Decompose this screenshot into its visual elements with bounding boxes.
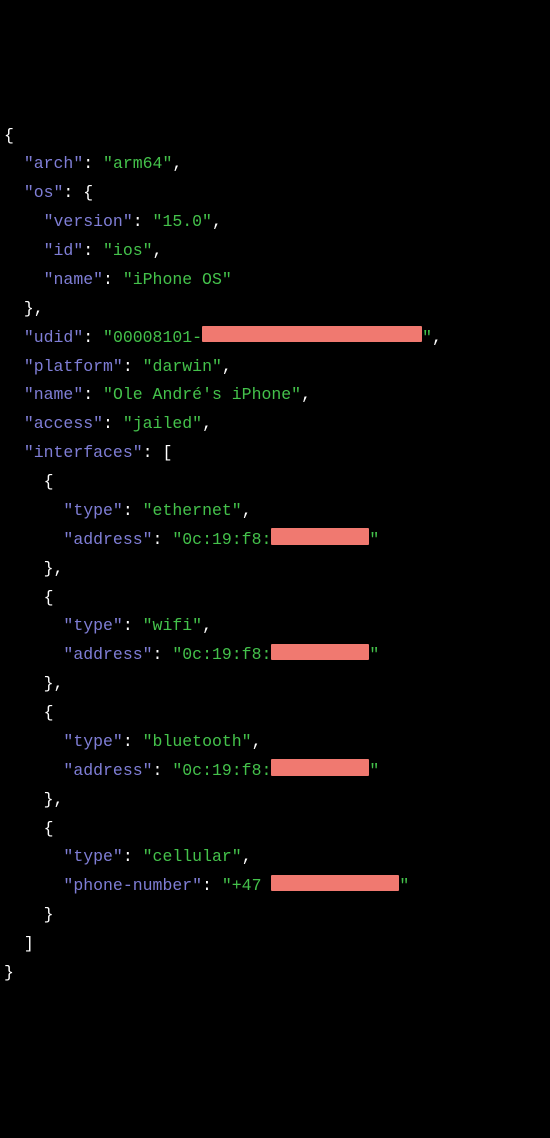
value-phone-prefix: "+47 [222,876,272,895]
value-udid-prefix: "00008101- [103,328,202,347]
redacted-mac [271,759,369,776]
key-interfaces: "interfaces" [24,443,143,462]
value-type-bluetooth: "bluetooth" [143,732,252,751]
key-arch: "arch" [24,154,83,173]
key-name: "name" [24,385,83,404]
key-type: "type" [63,732,122,751]
value-type-cellular: "cellular" [143,847,242,866]
value-os-id: "ios" [103,241,153,260]
value-address-prefix: "0c:19:f8: [172,645,271,664]
key-os: "os" [24,183,64,202]
value-type-ethernet: "ethernet" [143,501,242,520]
value-name: "Ole André's iPhone" [103,385,301,404]
value-access: "jailed" [123,414,202,433]
key-os-id: "id" [44,241,84,260]
key-phone-number: "phone-number" [63,876,202,895]
value-arch: "arm64" [103,154,172,173]
key-os-name: "name" [44,270,103,289]
key-address: "address" [63,761,152,780]
brace-open: { [4,126,14,145]
value-address-prefix: "0c:19:f8: [172,761,271,780]
value-os-version: "15.0" [153,212,212,231]
value-type-wifi: "wifi" [143,616,202,635]
key-address: "address" [63,530,152,549]
value-os-name: "iPhone OS" [123,270,232,289]
value-address-prefix: "0c:19:f8: [172,530,271,549]
redacted-mac [271,528,369,545]
value-platform: "darwin" [143,357,222,376]
redacted-mac [271,644,369,661]
key-address: "address" [63,645,152,664]
key-udid: "udid" [24,328,83,347]
key-type: "type" [63,847,122,866]
key-os-version: "version" [44,212,133,231]
key-access: "access" [24,414,103,433]
key-platform: "platform" [24,357,123,376]
redacted-udid [202,326,422,343]
brace-close: } [4,963,14,982]
redacted-phone [271,875,399,892]
key-type: "type" [63,616,122,635]
key-type: "type" [63,501,122,520]
json-output: { "arch": "arm64", "os": { "version": "1… [4,122,546,988]
